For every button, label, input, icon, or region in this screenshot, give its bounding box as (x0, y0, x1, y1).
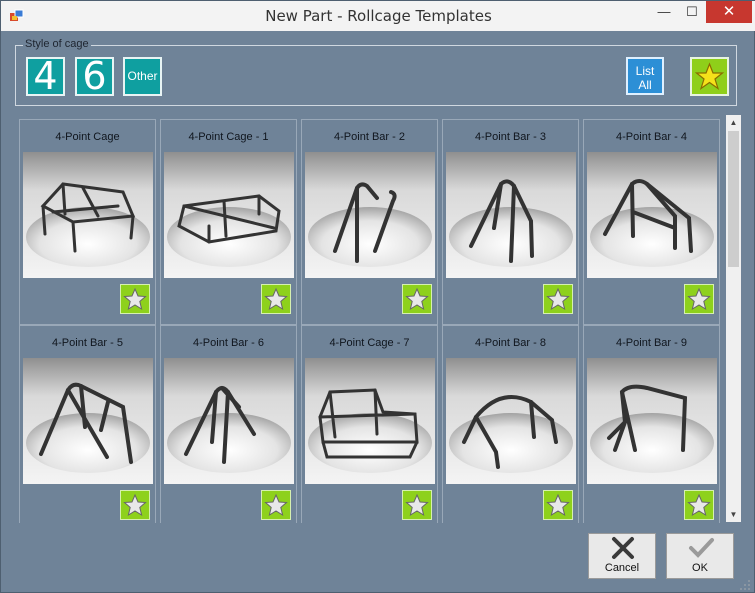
style-other-button[interactable]: Other (123, 57, 162, 96)
template-title: 4-Point Cage - 7 (329, 337, 410, 349)
title-bar: New Part - Rollcage Templates — ☐ ✕ (1, 1, 755, 31)
ok-button[interactable]: OK (666, 533, 734, 579)
template-card[interactable]: 4-Point Cage - 7 (301, 325, 438, 523)
favorite-star-button[interactable] (543, 490, 573, 520)
template-title: 4-Point Cage (55, 131, 120, 143)
template-title: 4-Point Bar - 6 (193, 337, 264, 349)
favorite-star-button[interactable] (261, 284, 291, 314)
favorite-star-button[interactable] (684, 284, 714, 314)
template-card[interactable]: 4-Point Cage - 1 (160, 119, 297, 325)
favorite-star-button[interactable] (684, 490, 714, 520)
cancel-label: Cancel (604, 562, 640, 574)
checkmark-icon (689, 538, 714, 558)
template-card[interactable]: 4-Point Bar - 9 (583, 325, 720, 523)
star-icon (694, 62, 725, 91)
templates-panel: 4-Point Cage 4-Point Cage - 1 4-Point Bar … (15, 115, 741, 523)
star-outline-icon (264, 493, 288, 517)
template-title: 4-Point Bar - 2 (334, 131, 405, 143)
template-card[interactable]: 4-Point Bar - 6 (160, 325, 297, 523)
template-thumbnail[interactable] (23, 152, 153, 278)
window-title: New Part - Rollcage Templates (265, 7, 492, 25)
template-thumbnail[interactable] (164, 358, 294, 484)
cancel-x-icon (612, 537, 634, 559)
template-thumbnail[interactable] (305, 358, 435, 484)
ok-label: OK (692, 562, 708, 574)
star-outline-icon (264, 287, 288, 311)
template-thumbnail[interactable] (587, 152, 717, 278)
minimize-button[interactable]: — (651, 1, 677, 23)
template-card[interactable]: 4-Point Bar - 8 (442, 325, 579, 523)
template-title: 4-Point Bar - 8 (475, 337, 546, 349)
star-outline-icon (687, 287, 711, 311)
favorite-star-button[interactable] (120, 490, 150, 520)
star-outline-icon (687, 493, 711, 517)
star-outline-icon (546, 287, 570, 311)
favorite-star-button[interactable] (543, 284, 573, 314)
template-thumbnail[interactable] (446, 358, 576, 484)
list-all-label-2: All (638, 78, 652, 92)
template-thumbnail[interactable] (446, 152, 576, 278)
template-title: 4-Point Cage - 1 (188, 131, 269, 143)
favorite-star-button[interactable] (261, 490, 291, 520)
favorite-star-button[interactable] (402, 490, 432, 520)
scroll-down-icon[interactable]: ▼ (726, 507, 741, 522)
list-all-button[interactable]: List All (626, 57, 664, 95)
maximize-button[interactable]: ☐ (679, 1, 705, 23)
scrollbar-thumb[interactable] (728, 131, 739, 267)
star-outline-icon (123, 493, 147, 517)
favorite-star-button[interactable] (402, 284, 432, 314)
template-thumbnail[interactable] (587, 358, 717, 484)
resize-grip-icon[interactable] (738, 579, 752, 592)
template-title: 4-Point Bar - 5 (52, 337, 123, 349)
template-card[interactable]: 4-Point Cage (19, 119, 156, 325)
close-button[interactable]: ✕ (706, 1, 752, 23)
vertical-scrollbar[interactable]: ▲ ▼ (726, 115, 741, 522)
style-6-button[interactable]: 6 (75, 57, 114, 96)
template-title: 4-Point Bar - 3 (475, 131, 546, 143)
dialog-window: New Part - Rollcage Templates — ☐ ✕ Styl… (0, 0, 755, 593)
template-title: 4-Point Bar - 4 (616, 131, 687, 143)
star-outline-icon (123, 287, 147, 311)
star-outline-icon (405, 493, 429, 517)
star-outline-icon (546, 493, 570, 517)
cancel-button[interactable]: Cancel (588, 533, 656, 579)
favorites-button[interactable] (690, 57, 729, 96)
template-card[interactable]: 4-Point Bar - 3 (442, 119, 579, 325)
style-4-button[interactable]: 4 (26, 57, 65, 96)
template-card[interactable]: 4-Point Bar - 2 (301, 119, 438, 325)
star-outline-icon (405, 287, 429, 311)
template-thumbnail[interactable] (164, 152, 294, 278)
template-thumbnail[interactable] (305, 152, 435, 278)
template-title: 4-Point Bar - 9 (616, 337, 687, 349)
template-card[interactable]: 4-Point Bar - 4 (583, 119, 720, 325)
list-all-label-1: List (635, 64, 655, 78)
scroll-up-icon[interactable]: ▲ (726, 115, 741, 130)
favorite-star-button[interactable] (120, 284, 150, 314)
template-thumbnail[interactable] (23, 358, 153, 484)
template-card[interactable]: 4-Point Bar - 5 (19, 325, 156, 523)
style-group-label: Style of cage (23, 38, 91, 50)
